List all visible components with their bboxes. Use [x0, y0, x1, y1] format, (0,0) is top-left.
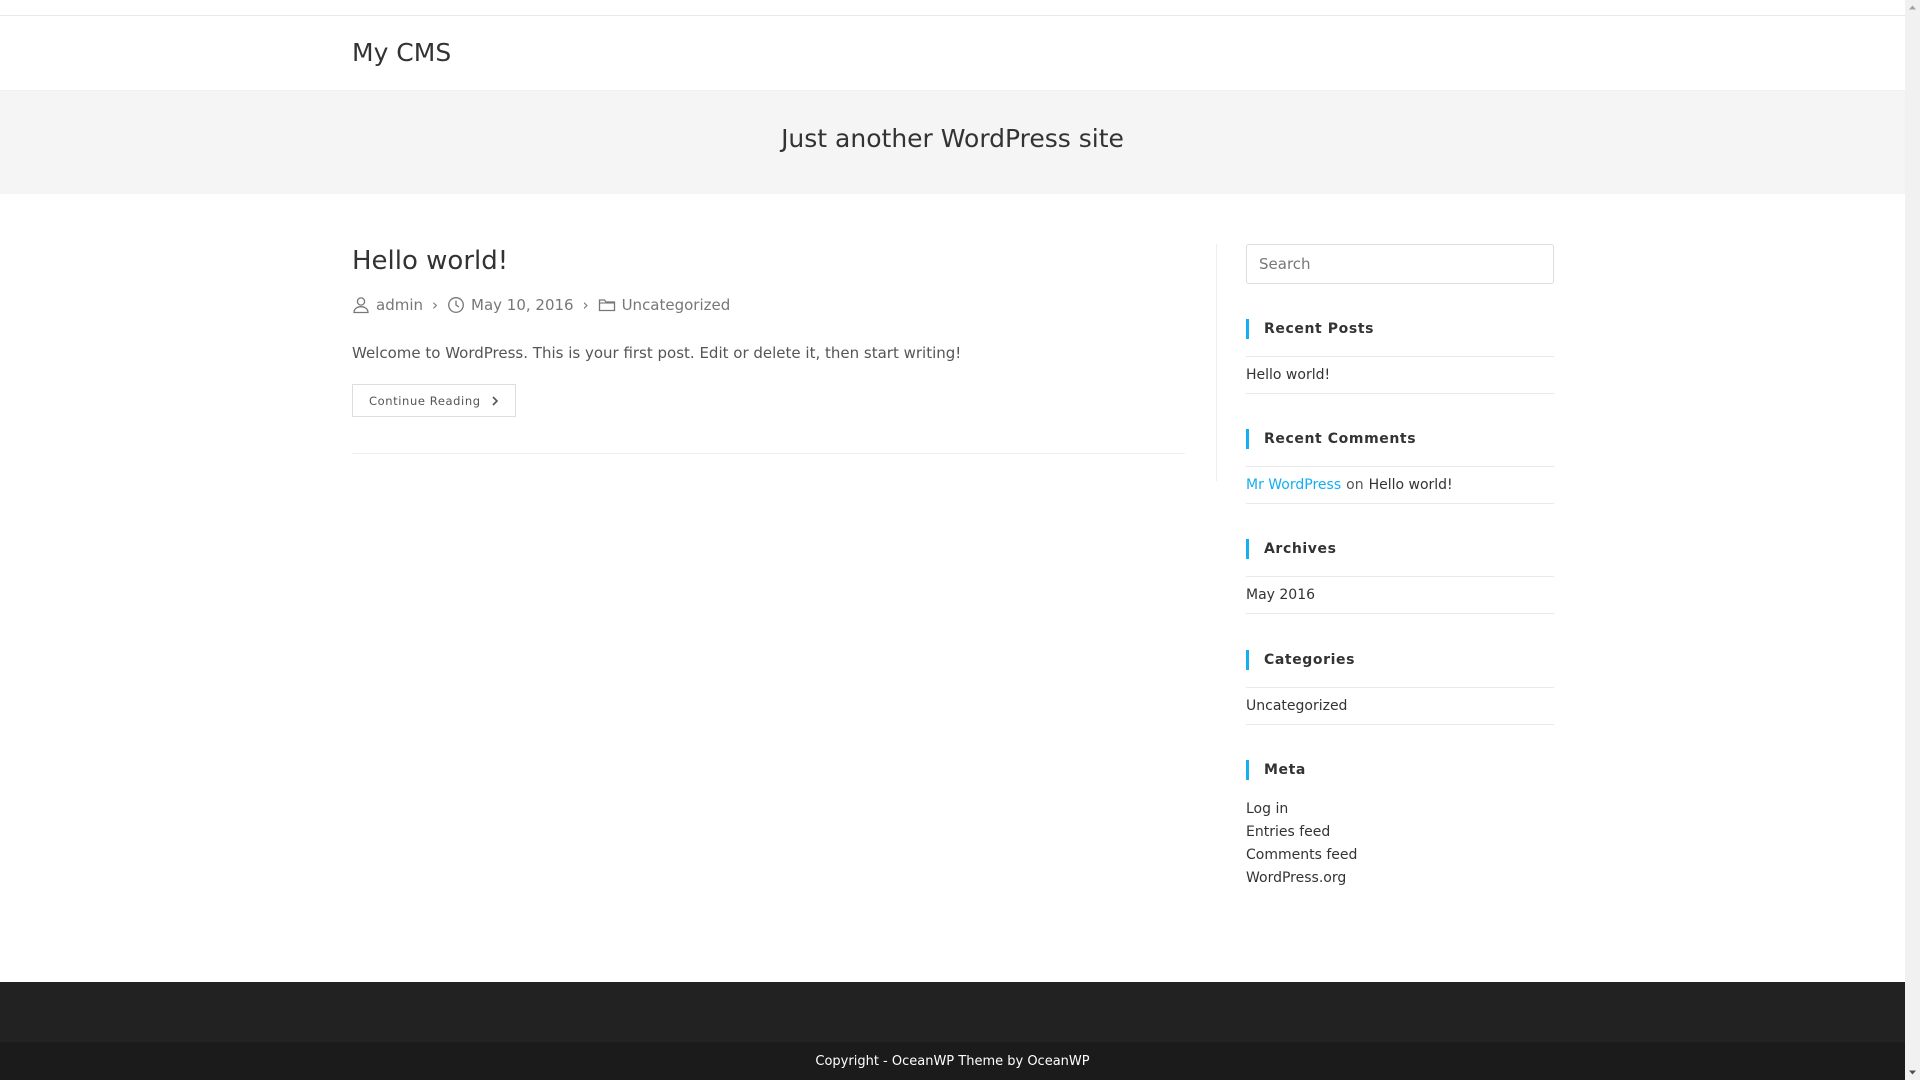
sidebar-divider — [1216, 244, 1217, 481]
main-content: Hello world! admin › May 10, 2016 › Unca… — [352, 244, 1185, 454]
entries-feed-link[interactable]: Entries feed — [1246, 824, 1330, 840]
post-author: admin — [352, 296, 423, 314]
continue-reading-label: Continue Reading — [369, 393, 481, 408]
meta-separator: › — [582, 296, 589, 314]
widget-title: Categories — [1246, 650, 1554, 670]
search-input[interactable] — [1246, 244, 1554, 284]
comment-connector: on — [1346, 477, 1364, 493]
list-item: Uncategorized — [1246, 688, 1554, 725]
archives-widget: Archives May 2016 — [1246, 539, 1554, 614]
comment-post-link[interactable]: Hello world! — [1369, 477, 1453, 493]
sidebar: Recent Posts Hello world! Recent Comment… — [1246, 244, 1554, 886]
list-item: Mr WordPress on Hello world! — [1246, 467, 1554, 504]
comments-feed-link[interactable]: Comments feed — [1246, 847, 1357, 863]
continue-reading-button[interactable]: Continue Reading — [352, 384, 516, 417]
archives-list: May 2016 — [1246, 576, 1554, 614]
comment-author-link[interactable]: Mr WordPress — [1246, 477, 1341, 493]
list-item: May 2016 — [1246, 577, 1554, 614]
widget-title: Archives — [1246, 539, 1554, 559]
post-date: May 10, 2016 — [447, 296, 574, 314]
recent-comments-widget: Recent Comments Mr WordPress on Hello wo… — [1246, 429, 1554, 504]
user-icon — [353, 297, 369, 314]
widget-title: Recent Posts — [1246, 319, 1554, 339]
site-header: My CMS — [0, 16, 1905, 91]
meta-separator: › — [432, 296, 438, 314]
list-item: Comments feed — [1246, 843, 1554, 866]
list-item: Entries feed — [1246, 820, 1554, 843]
list-item: WordPress.org — [1246, 866, 1554, 889]
post-meta: admin › May 10, 2016 › Uncategorized — [352, 294, 1185, 316]
recent-posts-list: Hello world! — [1246, 356, 1554, 394]
post-category: Uncategorized — [598, 296, 731, 314]
list-item: Hello world! — [1246, 357, 1554, 394]
recent-posts-widget: Recent Posts Hello world! — [1246, 319, 1554, 394]
scroll-down-icon[interactable] — [1908, 1068, 1917, 1077]
post-title[interactable]: Hello world! — [352, 244, 1185, 278]
chevron-right-icon — [492, 395, 498, 406]
post-author-link[interactable]: admin — [376, 296, 423, 314]
folder-icon — [598, 299, 615, 312]
post-divider — [352, 453, 1185, 454]
recent-post-link[interactable]: Hello world! — [1246, 367, 1330, 383]
category-link[interactable]: Uncategorized — [1246, 698, 1347, 714]
post-category-link[interactable]: Uncategorized — [622, 296, 731, 314]
widget-title: Meta — [1246, 760, 1554, 780]
recent-comments-list: Mr WordPress on Hello world! — [1246, 466, 1554, 504]
wordpress-org-link[interactable]: WordPress.org — [1246, 870, 1346, 886]
meta-list: Log in Entries feed Comments feed WordPr… — [1246, 797, 1554, 889]
post-excerpt: Welcome to WordPress. This is your first… — [352, 344, 962, 362]
top-bar — [0, 0, 1905, 16]
archive-link[interactable]: May 2016 — [1246, 587, 1315, 603]
post-entry: Hello world! admin › May 10, 2016 › Unca… — [352, 244, 1185, 417]
footer-bottom: Copyright - OceanWP Theme by OceanWP — [0, 1042, 1905, 1080]
site-title-link[interactable]: My CMS — [352, 38, 451, 67]
widget-title: Recent Comments — [1246, 429, 1554, 449]
page: My CMS Just another WordPress site Hello… — [0, 0, 1905, 1080]
footer-widgets — [0, 982, 1905, 1042]
clock-icon — [448, 297, 464, 313]
page-header: Just another WordPress site — [0, 91, 1905, 194]
categories-widget: Categories Uncategorized — [1246, 650, 1554, 725]
copyright-text: Copyright - OceanWP Theme by OceanWP — [815, 1054, 1090, 1069]
scrollbar[interactable] — [1905, 0, 1920, 1080]
site-tagline: Just another WordPress site — [781, 124, 1124, 153]
scroll-up-icon[interactable] — [1908, 3, 1917, 12]
categories-list: Uncategorized — [1246, 687, 1554, 725]
post-date-text: May 10, 2016 — [471, 296, 574, 314]
meta-widget: Meta Log in Entries feed Comments feed W… — [1246, 760, 1554, 889]
list-item: Log in — [1246, 797, 1554, 820]
login-link[interactable]: Log in — [1246, 801, 1288, 817]
